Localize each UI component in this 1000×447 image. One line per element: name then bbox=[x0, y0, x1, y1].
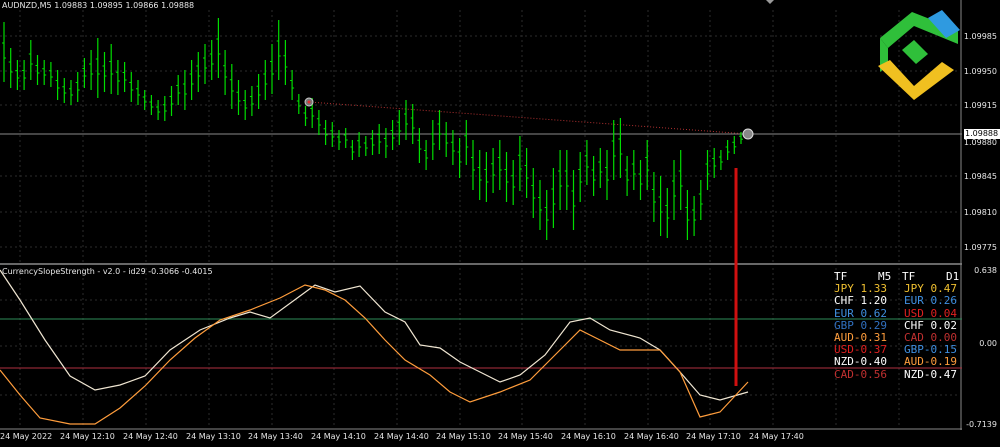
price-label: 1.09915 bbox=[963, 101, 997, 110]
price-label: 1.09985 bbox=[963, 32, 997, 41]
indicator-level-label: -0.7139 bbox=[966, 420, 997, 429]
strength-table-row: CHF 1.20 EUR 0.26 bbox=[834, 295, 962, 307]
strength-d1-value: AUD-0.19 bbox=[904, 355, 957, 369]
time-label: 24 May 16:10 bbox=[561, 432, 616, 441]
price-label: 1.09950 bbox=[963, 67, 997, 76]
indicator-level-label: 0.638 bbox=[974, 266, 997, 275]
time-label: 24 May 13:40 bbox=[248, 432, 303, 441]
time-label: 24 May 12:40 bbox=[123, 432, 178, 441]
time-label: 24 May 15:40 bbox=[498, 432, 553, 441]
symbol-header: AUDNZD,M5 1.09883 1.09895 1.09866 1.0988… bbox=[2, 1, 195, 10]
time-label: 24 May 16:40 bbox=[624, 432, 679, 441]
time-label: 24 May 13:10 bbox=[186, 432, 241, 441]
time-label: 24 May 15:10 bbox=[436, 432, 491, 441]
signal-marker-dot bbox=[307, 100, 311, 104]
time-label: 24 May 2022 bbox=[0, 432, 53, 441]
time-label: 24 May 12:10 bbox=[60, 432, 115, 441]
chart-window[interactable]: AUDNZD,M5 1.09883 1.09895 1.09866 1.0988… bbox=[0, 0, 1000, 447]
indicator-level-label: 0.00 bbox=[979, 339, 997, 348]
aud-strength-line bbox=[0, 284, 749, 425]
scroll-marker-icon bbox=[766, 0, 774, 4]
price-label: 1.09775 bbox=[963, 243, 997, 252]
strength-table-row: CAD-0.56 NZD-0.47 bbox=[834, 367, 962, 381]
strength-d1-value: USD 0.04 bbox=[904, 306, 957, 320]
current-price-label: 1.09888 bbox=[964, 129, 1000, 139]
strength-table-row: EUR 0.62 USD 0.04 bbox=[834, 306, 962, 320]
time-label: 24 May 14:40 bbox=[374, 432, 429, 441]
strength-d1-value: EUR 0.26 bbox=[904, 294, 957, 308]
trend-line bbox=[308, 101, 749, 135]
strength-table-row: NZD-0.40 AUD-0.19 bbox=[834, 356, 962, 368]
strength-m5-value: CHF 1.20 bbox=[834, 294, 887, 308]
strength-m5-value: EUR 0.62 bbox=[834, 306, 887, 320]
price-label: 1.09810 bbox=[963, 208, 997, 217]
currency-strength-table: TF M5 TF D1 JPY 1.33 JPY 0.47 CHF 1.20 EUR … bbox=[834, 270, 962, 381]
time-label: 24 May 14:10 bbox=[311, 432, 366, 441]
strength-m5-value: NZD-0.40 bbox=[834, 355, 887, 369]
indicator-header: CurrencySlopeStrength - v2.0 - id29 -0.3… bbox=[2, 267, 213, 276]
logo-icon bbox=[878, 10, 960, 100]
time-label: 24 May 17:10 bbox=[686, 432, 741, 441]
price-label: 1.09880 bbox=[963, 138, 997, 147]
signal-marker-icon bbox=[742, 128, 754, 140]
time-label: 24 May 17:40 bbox=[749, 432, 804, 441]
price-label: 1.09845 bbox=[963, 172, 997, 181]
strength-d1-value: NZD-0.47 bbox=[904, 367, 957, 381]
strength-m5-value: CAD-0.56 bbox=[834, 367, 887, 381]
nzd-strength-line bbox=[0, 269, 749, 401]
